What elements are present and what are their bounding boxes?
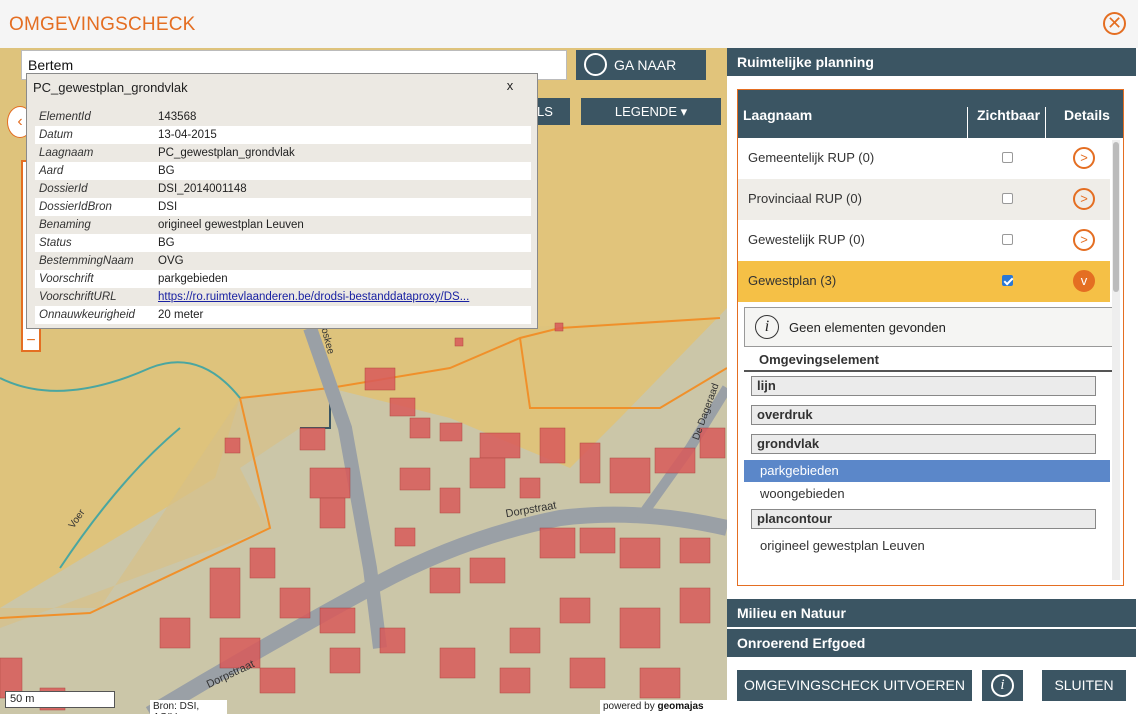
popup-title: PC_gewestplan_grondvlak (33, 80, 188, 95)
group-grondvlak[interactable]: grondvlak (751, 434, 1096, 454)
section-milieu-natuur[interactable]: Milieu en Natuur (727, 599, 1136, 627)
visibility-checkbox[interactable] (1002, 234, 1013, 245)
search-icon (584, 53, 607, 76)
popup-key: DossierId (39, 183, 88, 195)
popup-row: Datum 13-04-2015 (35, 126, 531, 144)
header-details: Details (1064, 107, 1110, 123)
popup-row: Onnauwkeurigheid 20 meter (35, 306, 531, 324)
info-icon: i (991, 674, 1014, 697)
scrollbar-thumb[interactable] (1113, 142, 1119, 292)
popup-value: https://ro.ruimtevlaanderen.be/drodsi-be… (158, 288, 531, 306)
popup-key: Status (39, 237, 72, 249)
close-button[interactable]: SLUITEN (1042, 670, 1126, 701)
popup-key: Laagnaam (39, 147, 94, 159)
popup-key: VoorschriftURL (39, 291, 117, 303)
popup-row: ElementId 143568 (35, 108, 531, 126)
popup-row: Aard BG (35, 162, 531, 180)
popup-row: Benaming origineel gewestplan Leuven (35, 216, 531, 234)
chevron-down-icon[interactable]: v (1073, 270, 1095, 292)
run-check-button[interactable]: OMGEVINGSCHECK UITVOEREN (737, 670, 972, 701)
layer-name: Gemeentelijk RUP (0) (748, 150, 875, 165)
group-overdruk[interactable]: overdruk (751, 405, 1096, 425)
popup-value: OVG (158, 255, 184, 267)
visibility-checkbox[interactable] (1002, 275, 1013, 286)
section-onroerend-erfgoed[interactable]: Onroerend Erfgoed (727, 629, 1136, 657)
zoom-out-icon[interactable]: − (22, 332, 40, 352)
popup-key: DossierIdBron (39, 201, 112, 213)
popup-key: Aard (39, 165, 64, 177)
popup-value: 20 meter (158, 309, 204, 321)
popup-value: DSI (158, 201, 178, 213)
details-arrow-icon[interactable]: > (1073, 147, 1095, 169)
popup-row: DossierId DSI_2014001148 (35, 180, 531, 198)
popup-value: DSI_2014001148 (158, 183, 247, 195)
popup-key: Benaming (39, 219, 91, 231)
popup-key: BestemmingNaam (39, 255, 134, 267)
close-icon[interactable]: ✕ (1103, 12, 1126, 35)
visibility-checkbox[interactable] (1002, 152, 1013, 163)
item-parkgebieden[interactable]: parkgebieden (744, 460, 1110, 482)
popup-value: PC_gewestplan_grondvlak (158, 147, 295, 159)
layer-name: Gewestelijk RUP (0) (748, 232, 865, 247)
popup-row: BestemmingNaam OVG (35, 252, 531, 270)
map-attribution: Bron: DSI, AGIV (150, 700, 227, 714)
popup-value: origineel gewestplan Leuven (158, 219, 304, 231)
popup-row: Laagnaam PC_gewestplan_grondvlak (35, 144, 531, 162)
popup-value: 13-04-2015 (158, 129, 217, 141)
popup-value: parkgebieden (158, 273, 228, 285)
geomajas-logo: geomajas (657, 701, 704, 712)
popup-row: DossierIdBron DSI (35, 198, 531, 216)
details-arrow-icon[interactable]: > (1073, 229, 1095, 251)
details-arrow-icon[interactable]: > (1073, 188, 1095, 210)
popup-key: ElementId (39, 111, 91, 123)
item-woongebieden[interactable]: woongebieden (760, 486, 845, 501)
popup-row: Voorschrift parkgebieden (35, 270, 531, 288)
header-laagnaam: Laagnaam (743, 107, 813, 123)
divider (744, 370, 1118, 372)
popup-value: 143568 (158, 111, 197, 123)
map-tab-legende[interactable]: LEGENDE ▾ (581, 98, 721, 125)
section-ruimtelijke-planning[interactable]: Ruimtelijke planning (727, 48, 1136, 76)
popup-attribute-table: ElementId 143568 Datum 13-04-2015 Laagnaam… (35, 108, 531, 324)
popup-row: VoorschriftURL https://ro.ruimtevlaandere… (35, 288, 531, 306)
header-zichtbaar: Zichtbaar (977, 107, 1041, 123)
popup-key: Onnauwkeurigheid (39, 309, 135, 321)
popup-key: Voorschrift (39, 273, 94, 285)
info-text: Geen elementen gevonden (789, 320, 946, 335)
layer-scrollbar[interactable] (1112, 140, 1120, 580)
layer-table-header: Laagnaam Zichtbaar Details (738, 90, 1123, 155)
layer-row-gewestplan[interactable]: Gewestplan (3) v (738, 261, 1110, 302)
layer-row-gemeentelijk[interactable]: Gemeentelijk RUP (0) > (738, 138, 1110, 179)
layer-row-provinciaal[interactable]: Provinciaal RUP (0) > (738, 179, 1110, 220)
popup-row: Status BG (35, 234, 531, 252)
item-origineel-gewestplan[interactable]: origineel gewestplan Leuven (760, 538, 925, 553)
omgevingselement-label: Omgevingselement (759, 352, 879, 367)
layer-name: Gewestplan (3) (748, 273, 837, 288)
popup-key: Datum (39, 129, 73, 141)
info-message: i Geen elementen gevonden (744, 307, 1118, 347)
group-plancontour[interactable]: plancontour (751, 509, 1096, 529)
layer-name: Provinciaal RUP (0) (748, 191, 862, 206)
info-button[interactable]: i (982, 670, 1023, 701)
scale-bar: 50 m (5, 691, 115, 708)
popup-value: BG (158, 237, 175, 249)
goto-button-label: GA NAAR (614, 57, 677, 73)
powered-by-text: powered by (603, 701, 658, 712)
powered-by: powered by geomajas (600, 700, 727, 714)
title-bar: OMGEVINGSCHECK ✕ (0, 0, 1138, 48)
voorschrift-url-link[interactable]: https://ro.ruimtevlaanderen.be/drodsi-be… (158, 291, 469, 303)
info-icon: i (755, 315, 779, 339)
goto-button[interactable]: GA NAAR (576, 50, 706, 80)
popup-close-button[interactable]: x (501, 78, 519, 96)
visibility-checkbox[interactable] (1002, 193, 1013, 204)
popup-value: BG (158, 165, 175, 177)
group-lijn[interactable]: lijn (751, 376, 1096, 396)
feature-info-popup: PC_gewestplan_grondvlak x ElementId 14356… (26, 73, 538, 329)
app-title: OMGEVINGSCHECK (9, 14, 196, 35)
layer-row-gewestelijk[interactable]: Gewestelijk RUP (0) > (738, 220, 1110, 261)
